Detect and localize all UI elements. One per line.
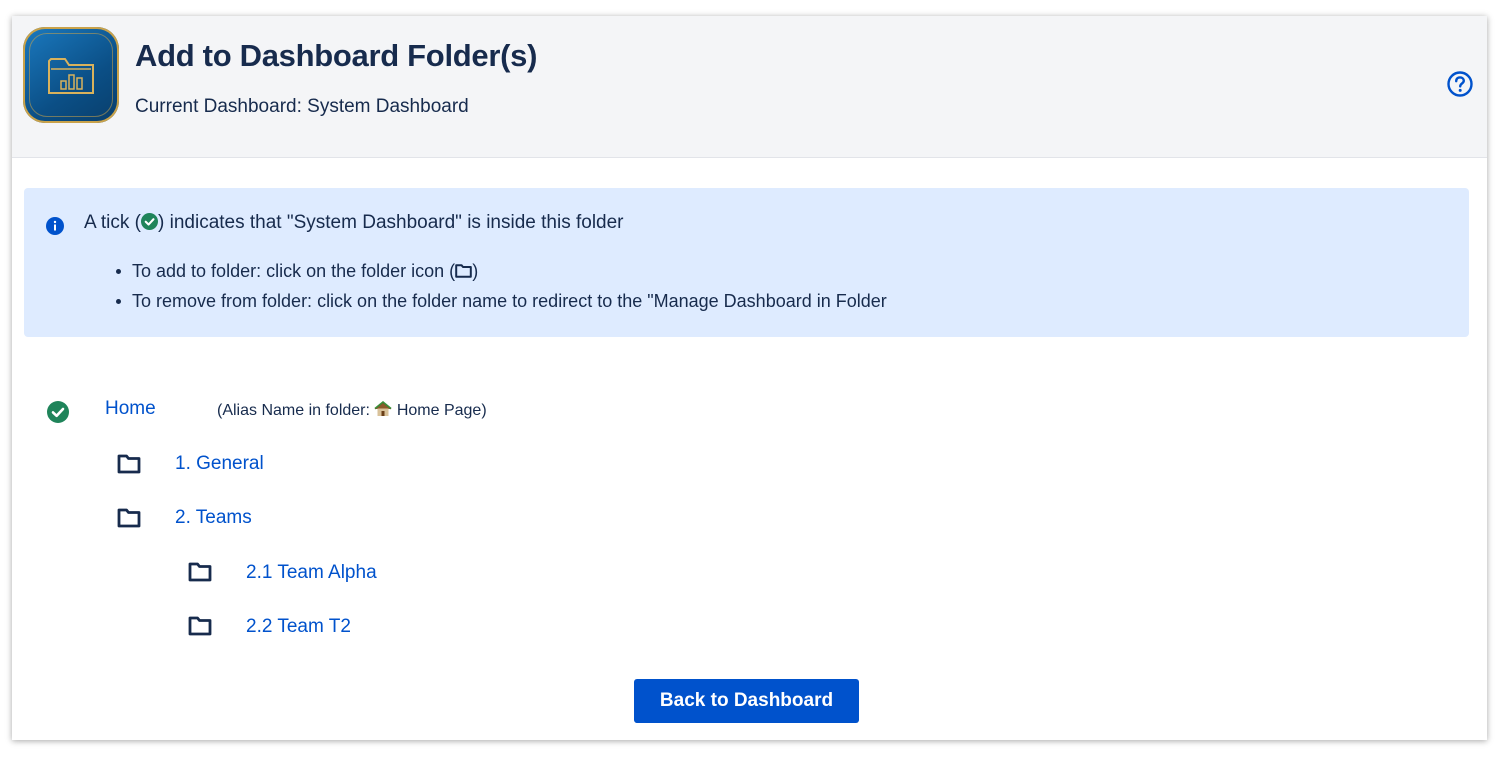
folder-icon[interactable] xyxy=(188,562,212,582)
page-header: Add to Dashboard Folder(s) Current Dashb… xyxy=(12,16,1487,158)
folder-link-home[interactable]: Home xyxy=(105,398,156,420)
check-circle-icon xyxy=(141,213,159,230)
info-item-add-prefix: To add to folder: click on the folder ic… xyxy=(132,261,456,281)
folder-link-team-alpha[interactable]: 2.1 Team Alpha xyxy=(246,562,377,584)
back-to-dashboard-button[interactable]: Back to Dashboard xyxy=(634,679,859,723)
info-title: A tick ( ) indicates that "System Dashboa… xyxy=(84,212,624,234)
folder-icon xyxy=(455,264,472,278)
folder-icon[interactable] xyxy=(117,454,141,474)
info-panel: A tick ( ) indicates that "System Dashboa… xyxy=(24,188,1469,337)
page-title: Add to Dashboard Folder(s) xyxy=(135,38,538,73)
dashboard-folder-logo-icon xyxy=(23,27,119,123)
folder-link-team-t2[interactable]: 2.2 Team T2 xyxy=(246,616,351,638)
folder-link-general[interactable]: 1. General xyxy=(175,453,264,475)
folder-icon[interactable] xyxy=(117,508,141,528)
list-item: To remove from folder: click on the fold… xyxy=(114,286,887,316)
info-item-remove: To remove from folder: click on the fold… xyxy=(132,291,887,311)
list-item: To add to folder: click on the folder ic… xyxy=(114,256,887,286)
current-dashboard-label: Current Dashboard: System Dashboard xyxy=(135,96,469,117)
alias-label: (Alias Name in folder: xyxy=(217,402,375,419)
dialog-frame: Add to Dashboard Folder(s) Current Dashb… xyxy=(12,16,1487,740)
info-title-prefix: A tick ( xyxy=(84,212,142,233)
folder-icon[interactable] xyxy=(188,616,212,636)
check-circle-icon xyxy=(47,401,69,423)
alias-name: (Alias Name in folder: Home Page) xyxy=(217,401,487,420)
info-list: To add to folder: click on the folder ic… xyxy=(114,256,887,316)
info-item-add-suffix: ) xyxy=(472,261,479,281)
folder-link-teams[interactable]: 2. Teams xyxy=(175,507,252,529)
alias-value: Home Page) xyxy=(392,402,487,419)
info-title-suffix: ) indicates that "System Dashboard" is i… xyxy=(158,212,624,233)
house-icon xyxy=(374,401,392,416)
question-circle-icon[interactable] xyxy=(1446,70,1474,98)
info-icon xyxy=(46,217,64,235)
